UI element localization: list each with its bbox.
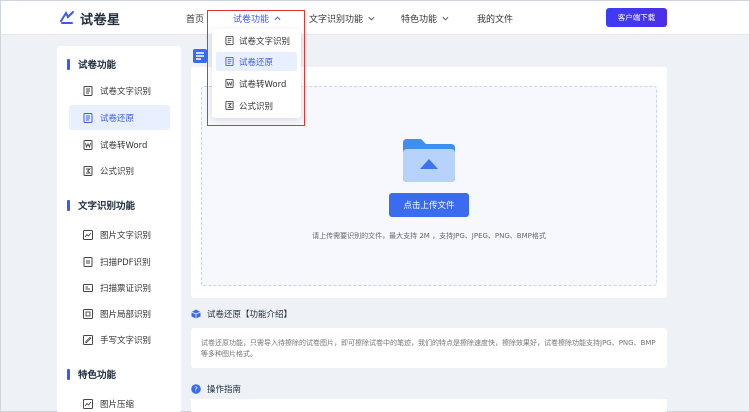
sidebar-item-scan-ticket[interactable]: 扫描票证识别	[69, 275, 170, 300]
page-title-icon	[192, 48, 208, 64]
brand-logo[interactable]: 试卷星	[59, 9, 121, 28]
top-navbar: 试卷星 首页 试卷功能 文字识别功能 特色功能 我的文件 客户端下载	[1, 1, 749, 35]
sidebar-item-label: 图片局部识别	[100, 309, 152, 320]
sidebar-item-label: 图片压缩	[100, 399, 135, 410]
group-marker	[67, 199, 70, 211]
sidebar-item-label: 扫描PDF识别	[100, 257, 151, 268]
sidebar-item-label: 试卷转Word	[100, 140, 148, 151]
intro-title: 试卷还原【功能介绍】	[207, 310, 293, 320]
guide-title: 操作指南	[207, 385, 242, 395]
highlight-annotation-box	[207, 10, 305, 126]
upload-hint: 请上传需要识别的文件，最大支持 2M ，支持JPG、JPEG、PNG、BMP格式	[312, 232, 546, 240]
sidebar-item-image-compress[interactable]: 图片压缩	[69, 391, 170, 412]
sidebar-item-image-partial[interactable]: 图片局部识别	[69, 301, 170, 326]
folder-upload-icon	[403, 138, 455, 182]
image-text-icon	[83, 229, 93, 240]
document-text-icon	[83, 85, 93, 96]
nav-text-recognition[interactable]: 文字识别功能	[309, 1, 375, 35]
nav-home[interactable]: 首页	[186, 1, 204, 35]
sidebar-item-scan-pdf[interactable]: 扫描PDF识别	[69, 249, 170, 274]
download-client-button[interactable]: 客户端下载	[606, 8, 667, 27]
intro-card: 试卷还原功能，只需导入待擦除的试卷图片，即可擦除试卷中的笔迹，我们的特点是擦除速…	[191, 328, 667, 368]
sidebar-item-label: 图片文字识别	[100, 230, 152, 241]
guide-section-title: ? 操作指南	[191, 383, 241, 395]
sidebar-item-handwriting[interactable]: 手写文字识别	[69, 327, 170, 352]
chevron-down-icon	[442, 15, 449, 22]
formula-icon	[83, 165, 93, 176]
svg-text:?: ?	[194, 386, 198, 394]
sidebar-item-label: 扫描票证识别	[100, 283, 152, 294]
word-icon	[83, 139, 93, 150]
sidebar-group-title: 试卷功能	[78, 60, 117, 71]
document-restore-icon	[83, 112, 93, 123]
ticket-icon	[83, 283, 93, 293]
intro-body: 试卷还原功能，只需导入待擦除的试卷图片，即可擦除试卷中的笔迹，我们的特点是擦除速…	[201, 339, 656, 358]
crop-icon	[83, 308, 93, 319]
sidebar-group-title: 特色功能	[78, 370, 117, 381]
pdf-icon	[83, 256, 93, 267]
nav-special-functions-label: 特色功能	[401, 14, 438, 25]
sidebar-item-exam-text-recognition[interactable]: 试卷文字识别	[69, 78, 170, 103]
compress-icon	[83, 398, 93, 409]
sidebar-item-label: 公式识别	[100, 166, 135, 177]
sidebar-group-text-recognition: 文字识别功能	[67, 198, 135, 212]
help-icon: ?	[191, 384, 201, 394]
sidebar-item-image-text-recognition[interactable]: 图片文字识别	[69, 222, 170, 247]
sidebar-item-formula-recognition[interactable]: 公式识别	[69, 158, 170, 183]
guide-card	[191, 399, 667, 412]
logo-icon	[59, 10, 75, 26]
sidebar: 试卷功能 试卷文字识别 试卷还原 试卷转Word 公式识别 文字识别功能 图片文…	[57, 46, 181, 412]
handwriting-icon	[83, 334, 93, 345]
sidebar-item-label: 试卷文字识别	[100, 86, 152, 97]
sidebar-item-exam-to-word[interactable]: 试卷转Word	[69, 132, 170, 157]
cube-icon	[191, 309, 201, 319]
nav-special-functions[interactable]: 特色功能	[401, 1, 449, 35]
group-marker	[67, 58, 70, 70]
upload-file-button[interactable]: 点击上传文件	[389, 193, 469, 217]
group-marker	[67, 368, 70, 380]
nav-text-recognition-label: 文字识别功能	[309, 14, 364, 25]
sidebar-item-label: 试卷还原	[100, 113, 135, 124]
nav-my-files[interactable]: 我的文件	[477, 1, 513, 35]
sidebar-item-exam-restore[interactable]: 试卷还原	[69, 105, 170, 130]
sidebar-group-exam: 试卷功能	[67, 57, 116, 71]
brand-name: 试卷星	[80, 12, 121, 28]
sidebar-group-title: 文字识别功能	[78, 201, 136, 212]
sidebar-item-label: 手写文字识别	[100, 335, 152, 346]
intro-section-title: 试卷还原【功能介绍】	[191, 308, 292, 320]
chevron-down-icon	[368, 15, 375, 22]
sidebar-group-special: 特色功能	[67, 367, 116, 381]
